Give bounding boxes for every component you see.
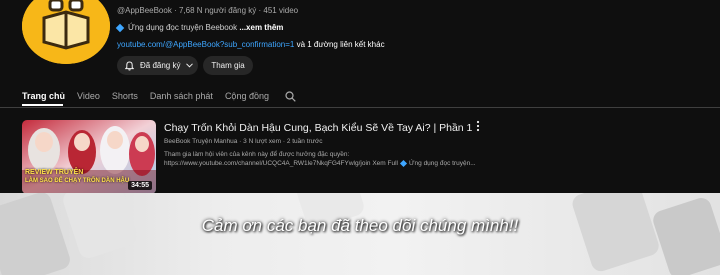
diamond-icon [115, 23, 125, 33]
channel-links: youtube.com/@AppBeeBook?sub_confirmation… [117, 40, 385, 49]
subscribed-label: Đã đăng ký [140, 61, 181, 70]
thumb-title-2: LÀM SAO ĐỂ CHẠY TRỐN DÀN HẬU [25, 178, 130, 184]
thanks-caption: Cảm ơn các bạn đã theo dõi chúng mình!! [201, 216, 519, 235]
video-description-line-1: Tham gia làm hội viên của kênh này để đư… [164, 151, 350, 158]
channel-avatar[interactable] [22, 0, 110, 64]
bell-icon [125, 60, 134, 71]
more-link[interactable]: ...xem thêm [239, 23, 283, 32]
diamond-icon [399, 159, 408, 167]
description-text: Ứng dụng đọc truyện Beebook [128, 23, 238, 32]
video-title[interactable]: Chạy Trốn Khỏi Dàn Hậu Cung, Bạch Kiểu S… [164, 122, 472, 134]
video-thumbnail[interactable]: REVIEW TRUYỆN LÀM SAO ĐỂ CHẠY TRỐN DÀN H… [22, 120, 156, 194]
active-tab-indicator [22, 104, 63, 106]
video-meta: BeeBook Truyện Manhua · 3 N lượt xem · 2… [164, 138, 323, 145]
channel-header: @AppBeeBook · 7,68 N người đăng ký · 451… [0, 0, 720, 194]
video-views: 3 N lượt xem [243, 138, 282, 145]
tabs-divider [0, 107, 720, 108]
search-icon[interactable] [285, 90, 296, 102]
video-description-line-2: https://www.youtube.com/channel/UCQC4A_R… [164, 159, 476, 167]
description-link: https://www.youtube.com/channel/UCQC4A_R… [164, 160, 398, 167]
video-age: 2 tuần trước [286, 138, 323, 145]
channel-handle: @AppBeeBook [117, 6, 172, 15]
tab-shorts[interactable]: Shorts [112, 91, 138, 101]
join-button[interactable]: Tham gia [203, 56, 253, 75]
more-vert-icon[interactable] [474, 120, 482, 132]
tab-home[interactable]: Trang chủ [22, 91, 65, 101]
channel-tabs: Trang chủ Video Shorts Danh sách phát Cộ… [22, 88, 296, 104]
subscribed-button[interactable]: Đã đăng ký [117, 56, 198, 75]
other-links[interactable]: và 1 đường liên kết khác [297, 40, 385, 49]
subscriber-count: 7,68 N người đăng ký [178, 6, 257, 15]
channel-meta: @AppBeeBook · 7,68 N người đăng ký · 451… [117, 6, 298, 15]
bee-book-logo-icon [22, 0, 110, 64]
tab-playlists[interactable]: Danh sách phát [150, 91, 213, 101]
video-channel[interactable]: BeeBook Truyện Manhua [164, 138, 237, 145]
channel-description[interactable]: Ứng dụng đọc truyện Beebook ...xem thêm [115, 23, 283, 33]
video-duration: 34:55 [128, 181, 152, 190]
tab-community[interactable]: Cộng đồng [225, 91, 269, 101]
description-app: Ứng dụng đọc truyện... [408, 160, 476, 167]
thumb-title-1: REVIEW TRUYỆN [25, 169, 84, 176]
channel-link[interactable]: youtube.com/@AppBeeBook?sub_confirmation… [117, 40, 294, 49]
chevron-down-icon [186, 63, 194, 68]
tab-videos[interactable]: Video [77, 91, 100, 101]
video-count: 451 video [263, 6, 299, 15]
